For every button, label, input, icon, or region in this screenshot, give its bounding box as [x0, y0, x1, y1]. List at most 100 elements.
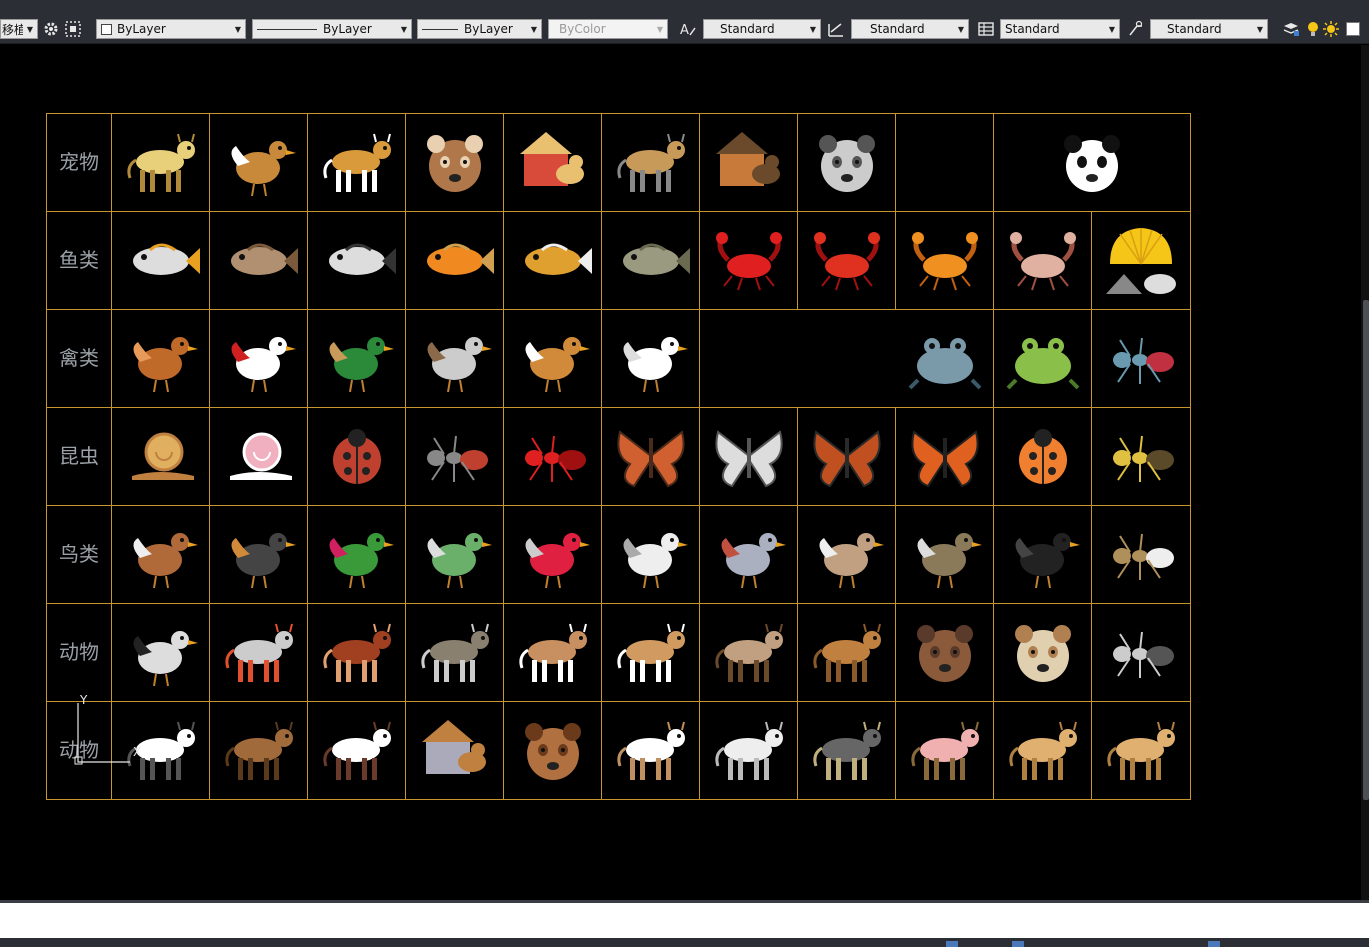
fancy-goldfish-icon[interactable]: [504, 212, 602, 310]
painted-bunting-icon[interactable]: [308, 506, 406, 604]
hummingbird-feeder-icon[interactable]: [504, 506, 602, 604]
partridge-icon[interactable]: [700, 506, 798, 604]
seal-with-ball-icon[interactable]: [210, 604, 308, 702]
ant-gray-icon: [427, 435, 488, 482]
frog-blue-icon[interactable]: [896, 310, 994, 408]
horse-brown-icon[interactable]: [210, 702, 308, 800]
pigs-icon[interactable]: [896, 702, 994, 800]
panda-icon[interactable]: [994, 114, 1190, 212]
seashells-icon[interactable]: [1092, 212, 1190, 310]
cow-icon[interactable]: [308, 702, 406, 800]
dimension-style-icon[interactable]: [827, 20, 845, 38]
lobster-small-icon[interactable]: [700, 212, 798, 310]
camel-bactrian-icon[interactable]: [1092, 702, 1190, 800]
multileader-style-combo[interactable]: Standard ▼: [1150, 19, 1268, 39]
status-button[interactable]: [946, 941, 958, 947]
ant-red-icon[interactable]: [504, 408, 602, 506]
drawing-canvas[interactable]: 宠物 鱼类 禽类 昆虫 鸟类 动物 动物 Y X: [0, 45, 1369, 900]
ox-cart-icon[interactable]: [406, 702, 504, 800]
hummingbird-icon[interactable]: [406, 506, 504, 604]
cat-on-box-icon[interactable]: [700, 114, 798, 212]
weasel-icon[interactable]: [308, 604, 406, 702]
goldfish-orange-icon[interactable]: [406, 212, 504, 310]
table-style-combo[interactable]: Standard ▼: [1000, 19, 1120, 39]
text-style-combo[interactable]: Standard ▼: [703, 19, 821, 39]
gear-icon[interactable]: [42, 20, 60, 38]
bull-head-icon[interactable]: [504, 702, 602, 800]
snail-icon[interactable]: [112, 408, 210, 506]
lobster-orange-icon[interactable]: [896, 212, 994, 310]
dog-in-doghouse-icon[interactable]: [504, 114, 602, 212]
lightbulb-icon[interactable]: [1304, 20, 1322, 38]
dimension-style-combo[interactable]: Standard ▼: [851, 19, 969, 39]
camel-dromedary-icon[interactable]: [994, 702, 1092, 800]
select-objects-icon[interactable]: [64, 20, 82, 38]
bear-head-icon[interactable]: [896, 604, 994, 702]
fawn-icon[interactable]: [602, 604, 700, 702]
dog-beagle-icon[interactable]: [210, 114, 308, 212]
cat-face-icon[interactable]: [798, 114, 896, 212]
text-style-icon[interactable]: A: [679, 20, 697, 38]
deer-doe-icon[interactable]: [504, 604, 602, 702]
ladybug-large-icon[interactable]: [308, 408, 406, 506]
frog-green-icon[interactable]: [994, 310, 1092, 408]
weasel-icon: [323, 623, 391, 682]
sandpiper-icon[interactable]: [798, 506, 896, 604]
owl-flying-icon[interactable]: [1092, 506, 1190, 604]
mandarin-duck-icon[interactable]: [504, 310, 602, 408]
ladybug-orange-icon[interactable]: [994, 408, 1092, 506]
ant-gray-icon[interactable]: [406, 408, 504, 506]
hamster-icon[interactable]: [406, 114, 504, 212]
butterflyfish-icon[interactable]: [112, 212, 210, 310]
elephant-icon[interactable]: [1092, 604, 1190, 702]
ram-icon[interactable]: [602, 702, 700, 800]
angelfish-icon[interactable]: [308, 212, 406, 310]
status-button[interactable]: [1208, 941, 1220, 947]
sheep-icon[interactable]: [700, 702, 798, 800]
goose-icon[interactable]: [406, 310, 504, 408]
butterfly-peacock-icon[interactable]: [798, 408, 896, 506]
slug-icon[interactable]: [210, 408, 308, 506]
penguins-icon[interactable]: [112, 604, 210, 702]
cougar-face-icon[interactable]: [994, 604, 1092, 702]
status-button[interactable]: [1012, 941, 1024, 947]
dog-with-sign-icon[interactable]: [308, 114, 406, 212]
fly-icon[interactable]: [1092, 310, 1190, 408]
mallard-duck-icon[interactable]: [308, 310, 406, 408]
lineweight-combo[interactable]: ByLayer ▼: [417, 19, 542, 39]
color-combo[interactable]: ByLayer ▼: [96, 19, 246, 39]
linetype-combo[interactable]: ByLayer ▼: [252, 19, 412, 39]
sparrow-icon[interactable]: [112, 506, 210, 604]
sea-cucumber-icon[interactable]: [602, 212, 700, 310]
kangaroo-icon[interactable]: [798, 604, 896, 702]
command-line-area[interactable]: [0, 903, 1369, 938]
hen-icon[interactable]: [112, 310, 210, 408]
squirrel-icon[interactable]: [406, 604, 504, 702]
bird-on-branch-icon[interactable]: [210, 506, 308, 604]
lobster-small-icon: [716, 232, 782, 291]
dog-yellow-lab-icon[interactable]: [112, 114, 210, 212]
color-square-icon[interactable]: [1344, 20, 1362, 38]
moth-white-icon[interactable]: [700, 408, 798, 506]
seal-with-ball-icon: [225, 623, 293, 682]
sun-icon[interactable]: [1322, 20, 1340, 38]
eagle-icon[interactable]: [896, 506, 994, 604]
stag-icon[interactable]: [700, 604, 798, 702]
layer-state-combo[interactable]: 移植 ▼: [0, 19, 38, 39]
donkey-pack-icon[interactable]: [798, 702, 896, 800]
cicada-icon[interactable]: [1092, 408, 1190, 506]
layer-properties-icon[interactable]: [1282, 20, 1300, 38]
lobster-red-icon[interactable]: [798, 212, 896, 310]
crow-icon[interactable]: [994, 506, 1092, 604]
crab-icon[interactable]: [994, 212, 1092, 310]
moth-orange-icon[interactable]: [602, 408, 700, 506]
multileader-style-icon[interactable]: [1127, 20, 1145, 38]
butterfly-black-orange-icon[interactable]: [896, 408, 994, 506]
rooster-icon[interactable]: [210, 310, 308, 408]
swan-icon[interactable]: [602, 310, 700, 408]
table-style-icon[interactable]: [977, 20, 995, 38]
trout-icon[interactable]: [210, 212, 308, 310]
snowy-owl-icon[interactable]: [602, 506, 700, 604]
cat-with-kitten-icon[interactable]: [602, 114, 700, 212]
scrollbar-thumb[interactable]: [1363, 300, 1369, 800]
